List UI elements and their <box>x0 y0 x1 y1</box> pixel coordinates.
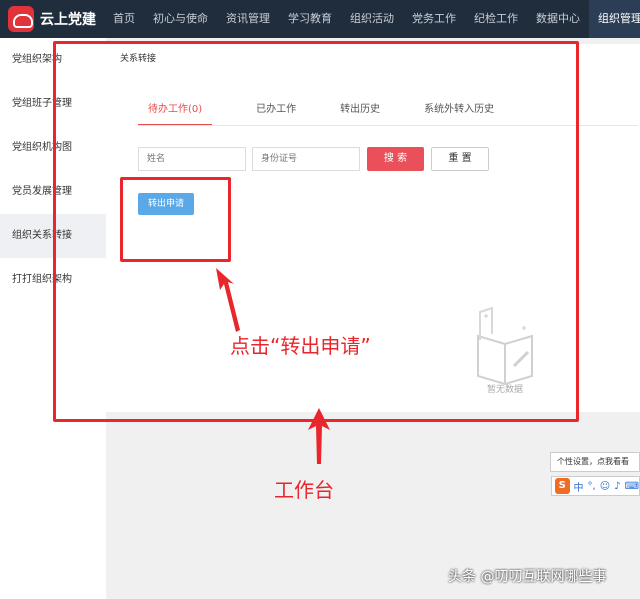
nav-item-home[interactable]: 首页 <box>104 0 144 38</box>
ime-language-toggle[interactable]: 中 <box>574 479 584 494</box>
transfer-button-highlight-box <box>120 177 231 262</box>
nav-item-discipline[interactable]: 纪检工作 <box>465 0 527 38</box>
nav-item-party-work[interactable]: 党务工作 <box>403 0 465 38</box>
watermark-text: 头条 @叨叨互联网哪些事 <box>448 569 607 585</box>
nav-item-news[interactable]: 资讯管理 <box>217 0 279 38</box>
main-nav: 首页 初心与使命 资讯管理 学习教育 组织活动 党务工作 纪检工作 数据中心 组… <box>104 0 640 38</box>
nav-item-study[interactable]: 学习教育 <box>279 0 341 38</box>
click-instruction-text: 点击“转出申请” <box>230 334 371 358</box>
arrow-up-icon <box>308 408 330 464</box>
ime-emoji-icon[interactable]: ☺ <box>600 481 610 492</box>
logo[interactable]: 云上党建 <box>8 6 96 32</box>
nav-item-org-management[interactable]: 组织管理 <box>589 0 640 38</box>
logo-text: 云上党建 <box>40 12 96 28</box>
ime-punctuation-icon[interactable]: °, <box>588 481 596 492</box>
personalize-tooltip: 个性设置，点我看看 <box>550 452 640 472</box>
cloud-logo-icon <box>8 6 34 32</box>
ime-toolbar[interactable]: S 中 °, ☺ ♪ ⌨ <box>551 476 640 496</box>
top-navbar: 云上党建 首页 初心与使命 资讯管理 学习教育 组织活动 党务工作 纪检工作 数… <box>0 0 640 38</box>
nav-item-mission[interactable]: 初心与使命 <box>144 0 217 38</box>
nav-item-activities[interactable]: 组织活动 <box>341 0 403 38</box>
ime-keyboard-icon[interactable]: ⌨ <box>625 481 639 492</box>
ime-voice-icon[interactable]: ♪ <box>614 481 620 492</box>
workbench-label-text: 工作台 <box>274 478 334 502</box>
ime-logo-icon[interactable]: S <box>555 478 570 494</box>
nav-item-data-center[interactable]: 数据中心 <box>527 0 589 38</box>
